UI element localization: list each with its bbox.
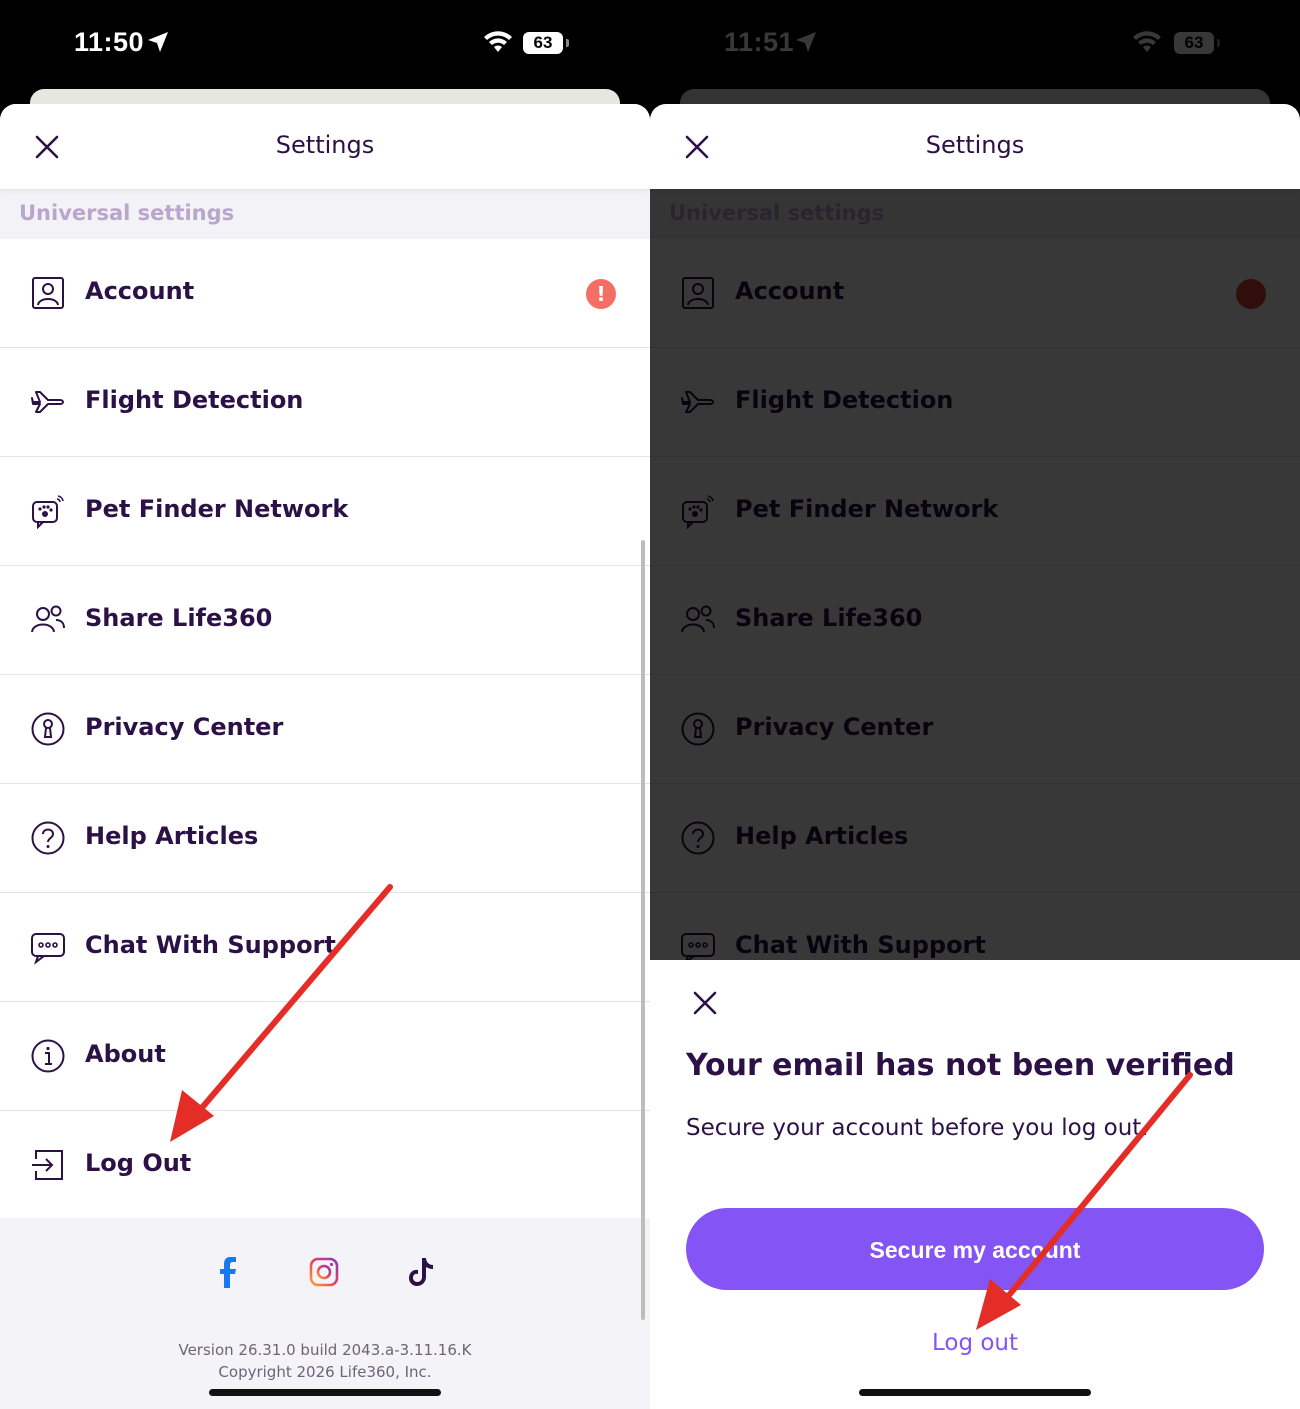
settings-item-privacy[interactable]: Privacy Center <box>0 675 650 784</box>
status-time: 11:50 <box>74 27 145 57</box>
close-icon[interactable] <box>692 990 718 1016</box>
modal-title: Your email has not been verified <box>686 1048 1235 1083</box>
page-title: Settings <box>925 131 1025 159</box>
keyhole-icon <box>681 712 715 746</box>
question-circle-icon <box>681 821 715 855</box>
battery-nub <box>1217 39 1220 47</box>
section-header-label: Universal settings <box>19 201 235 225</box>
person-square-icon <box>32 277 64 309</box>
version-text: Version 26.31.0 build 2043.a-3.11.16.K <box>178 1341 472 1359</box>
settings-item-label: Help Articles <box>735 822 909 850</box>
pet-finder-icon <box>32 495 64 529</box>
settings-item-about[interactable]: About <box>0 1002 650 1111</box>
alert-badge: ! <box>586 279 616 309</box>
settings-item-label: About <box>85 1040 166 1068</box>
settings-item-label: Help Articles <box>85 822 259 850</box>
settings-item-label: Log Out <box>85 1149 192 1177</box>
settings-item-label: Share Life360 <box>85 604 273 632</box>
location-arrow-icon <box>796 32 816 52</box>
settings-item-pet-finder: Pet Finder Network <box>650 457 1300 566</box>
logout-link[interactable]: Log out <box>650 1330 1300 1356</box>
settings-item-label: Pet Finder Network <box>735 495 999 523</box>
info-circle-icon <box>31 1039 65 1073</box>
settings-item-help[interactable]: Help Articles <box>0 784 650 893</box>
pet-finder-icon <box>682 495 714 529</box>
wifi-icon <box>484 31 512 52</box>
settings-sheet: Settings Universal settings Account ! Fl… <box>0 104 650 1409</box>
secure-account-button[interactable]: Secure my account <box>686 1208 1264 1290</box>
battery-nub <box>566 39 569 47</box>
settings-item-share[interactable]: Share Life360 <box>0 566 650 675</box>
location-arrow-icon <box>148 32 168 52</box>
section-header-label: Universal settings <box>669 201 885 225</box>
settings-item-pet-finder[interactable]: Pet Finder Network <box>0 457 650 566</box>
status-bar: 11:50 63 <box>0 0 650 90</box>
settings-item-label: Account <box>85 277 195 305</box>
verify-email-modal: Your email has not been verified Secure … <box>650 960 1300 1409</box>
battery-indicator: 63 <box>523 32 563 54</box>
page-title: Settings <box>275 131 375 159</box>
settings-item-flight-detection[interactable]: Flight Detection <box>0 348 650 457</box>
home-indicator[interactable] <box>209 1389 441 1396</box>
sheet-header: Settings <box>650 104 1300 189</box>
settings-item-share: Share Life360 <box>650 566 1300 675</box>
settings-item-label: Pet Finder Network <box>85 495 349 523</box>
settings-item-help: Help Articles <box>650 784 1300 893</box>
sheet-header: Settings <box>0 104 650 189</box>
settings-item-label: Chat With Support <box>85 931 336 959</box>
version-info: Version 26.31.0 build 2043.a-3.11.16.K C… <box>0 1339 650 1383</box>
settings-item-logout[interactable]: Log Out <box>0 1111 650 1219</box>
logout-icon <box>32 1150 63 1180</box>
settings-item-label: Flight Detection <box>85 386 304 414</box>
settings-screen-left: 11:50 63 Settings Universal settings Acc… <box>0 0 650 1409</box>
settings-item-label: Privacy Center <box>735 713 934 741</box>
person-square-icon <box>682 277 714 309</box>
alert-badge <box>1236 279 1266 309</box>
copyright-text: Copyright 2026 Life360, Inc. <box>218 1363 432 1381</box>
settings-footer: Version 26.31.0 build 2043.a-3.11.16.K C… <box>0 1218 650 1409</box>
tiktok-icon[interactable] <box>403 1254 439 1290</box>
settings-item-account[interactable]: Account ! <box>0 239 650 348</box>
settings-screen-right: 11:51 63 Settings Universal settings Acc… <box>650 0 1300 1409</box>
settings-item-label: Account <box>735 277 845 305</box>
question-circle-icon <box>31 821 65 855</box>
settings-item-label: Share Life360 <box>735 604 923 632</box>
wifi-icon <box>1133 31 1161 52</box>
settings-item-flight-detection: Flight Detection <box>650 348 1300 457</box>
settings-item-label: Privacy Center <box>85 713 284 741</box>
settings-item-chat-support[interactable]: Chat With Support <box>0 893 650 1002</box>
scrollbar[interactable] <box>641 540 645 1320</box>
settings-item-account: Account <box>650 239 1300 348</box>
modal-body: Secure your account before you log out. <box>686 1115 1149 1141</box>
keyhole-icon <box>31 712 65 746</box>
status-time: 11:51 <box>724 27 795 57</box>
home-indicator[interactable] <box>859 1389 1091 1396</box>
airplane-icon <box>31 391 64 413</box>
social-links <box>0 1254 650 1294</box>
settings-item-label: Chat With Support <box>735 931 986 959</box>
status-bar: 11:51 63 <box>650 0 1300 90</box>
airplane-icon <box>681 391 714 413</box>
people-icon <box>681 605 715 633</box>
chat-bubble-icon <box>31 933 65 965</box>
people-icon <box>31 605 65 633</box>
section-header: Universal settings <box>650 189 1300 239</box>
settings-item-label: Flight Detection <box>735 386 954 414</box>
settings-item-privacy: Privacy Center <box>650 675 1300 784</box>
facebook-icon[interactable] <box>210 1254 246 1290</box>
section-header: Universal settings <box>0 189 650 239</box>
battery-indicator: 63 <box>1174 32 1214 54</box>
instagram-icon[interactable] <box>306 1254 342 1290</box>
